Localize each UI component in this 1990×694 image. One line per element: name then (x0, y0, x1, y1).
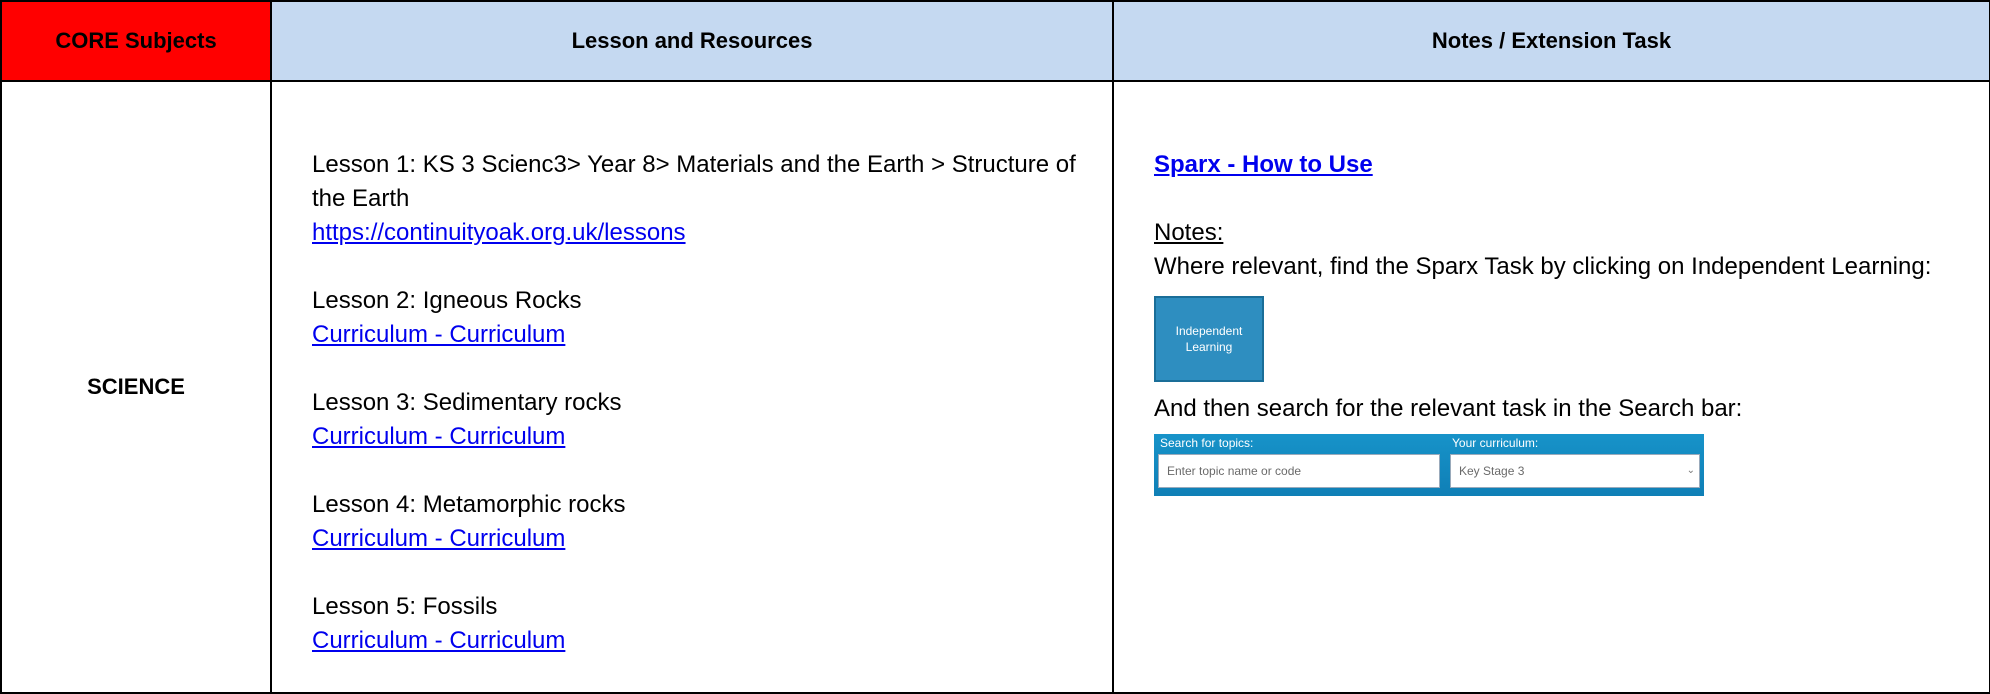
header-core-subjects: CORE Subjects (0, 0, 272, 82)
lesson-plan-table: CORE Subjects Lesson and Resources Notes… (0, 0, 1990, 694)
curriculum-select[interactable]: Key Stage 3 ⌄ (1450, 454, 1700, 488)
lesson-item: Lesson 4: Metamorphic rocks Curriculum -… (312, 488, 1092, 556)
header-notes-extension: Notes / Extension Task (1112, 0, 1990, 82)
lesson-link[interactable]: Curriculum - Curriculum (312, 318, 565, 352)
chevron-down-icon: ⌄ (1686, 465, 1695, 476)
header-row: CORE Subjects Lesson and Resources Notes… (0, 0, 1990, 82)
lesson-item: Lesson 1: KS 3 Scienc3> Year 8> Material… (312, 148, 1092, 250)
lesson-item: Lesson 3: Sedimentary rocks Curriculum -… (312, 386, 1092, 454)
lesson-title: Lesson 2: Igneous Rocks (312, 287, 582, 314)
search-topics-label: Search for topics: (1160, 436, 1254, 450)
sparx-search-bar: Search for topics: Your curriculum: Ente… (1154, 434, 1704, 496)
search-instructions: And then search for the relevant task in… (1154, 395, 1743, 422)
science-row: SCIENCE Lesson 1: KS 3 Scienc3> Year 8> … (0, 80, 1990, 694)
lesson-link[interactable]: Curriculum - Curriculum (312, 522, 565, 556)
independent-learning-button[interactable]: Independent Learning (1154, 296, 1264, 382)
lesson-link[interactable]: Curriculum - Curriculum (312, 420, 565, 454)
lessons-cell: Lesson 1: KS 3 Scienc3> Year 8> Material… (270, 80, 1114, 694)
header-lesson-resources: Lesson and Resources (270, 0, 1114, 82)
subject-cell: SCIENCE (0, 80, 272, 694)
notes-label: Notes: (1154, 219, 1224, 246)
topic-search-input[interactable]: Enter topic name or code (1158, 454, 1440, 488)
sparx-how-to-use-link[interactable]: Sparx - How to Use (1154, 148, 1373, 182)
notes-text: Where relevant, find the Sparx Task by c… (1154, 253, 1932, 280)
lesson-title: Lesson 1: KS 3 Scienc3> Year 8> Material… (312, 151, 1076, 212)
lesson-title: Lesson 5: Fossils (312, 593, 498, 620)
curriculum-value: Key Stage 3 (1459, 464, 1525, 478)
lesson-item: Lesson 2: Igneous Rocks Curriculum - Cur… (312, 284, 1092, 352)
lesson-link[interactable]: Curriculum - Curriculum (312, 624, 565, 658)
lesson-link[interactable]: https://continuityoak.org.uk/lessons (312, 216, 686, 250)
lesson-title: Lesson 3: Sedimentary rocks (312, 389, 622, 416)
curriculum-label: Your curriculum: (1452, 436, 1539, 450)
lesson-title: Lesson 4: Metamorphic rocks (312, 491, 626, 518)
lesson-item: Lesson 5: Fossils Curriculum - Curriculu… (312, 590, 1092, 658)
notes-cell: Sparx - How to Use Notes: Where relevant… (1112, 80, 1990, 694)
